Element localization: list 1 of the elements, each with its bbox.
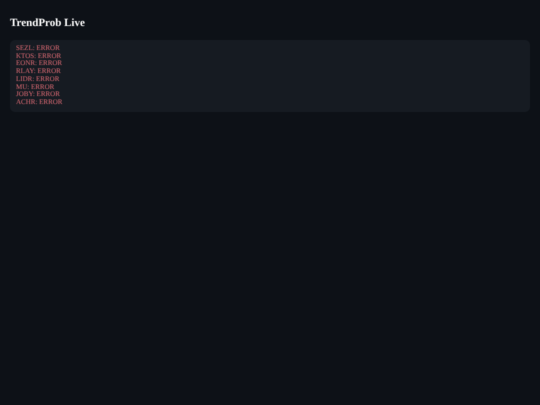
app-title: TrendProb Live — [10, 16, 86, 30]
